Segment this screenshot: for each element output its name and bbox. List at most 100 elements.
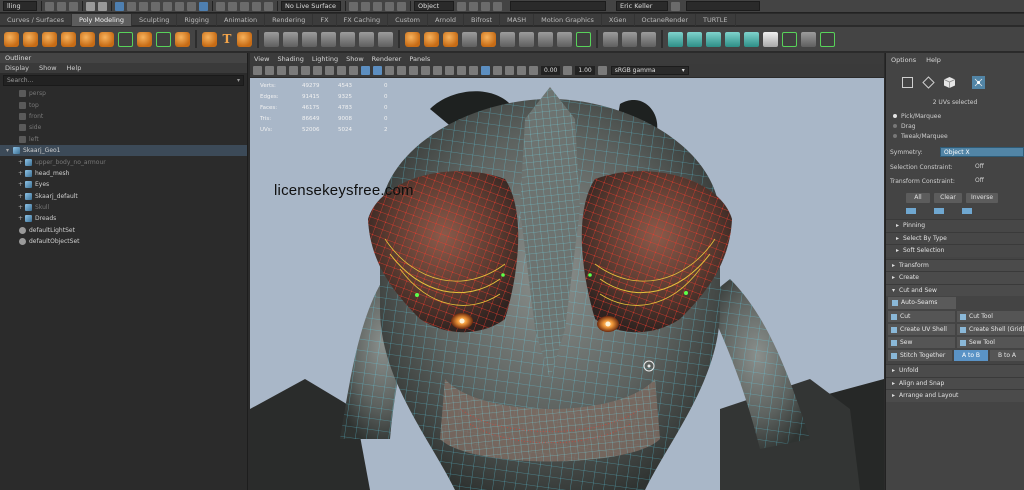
auto-seams-button[interactable]: Auto-Seams: [888, 297, 956, 309]
shadows-icon[interactable]: [421, 66, 430, 75]
channel-box-icon[interactable]: [493, 1, 502, 11]
sew-tool-button[interactable]: Sew Tool: [957, 337, 1024, 348]
boolean-icon[interactable]: [321, 31, 336, 47]
outliner-item[interactable]: + Skaarj_default: [0, 191, 247, 202]
section-header[interactable]: ▸ Pinning: [886, 219, 1024, 232]
expand-toggle-icon[interactable]: +: [18, 193, 25, 200]
menu-show[interactable]: Show: [34, 63, 62, 73]
user-account[interactable]: Eric Keller: [616, 1, 668, 11]
anti-aliasing-icon[interactable]: [457, 66, 466, 75]
select-uv-point-icon[interactable]: [972, 75, 985, 89]
tab-rigging[interactable]: Rigging: [177, 13, 217, 26]
collapse-icon[interactable]: [557, 31, 572, 47]
field-chart-icon[interactable]: [349, 66, 358, 75]
textured-icon[interactable]: [397, 66, 406, 75]
bridge-icon[interactable]: [443, 31, 458, 47]
menu-panels[interactable]: Panels: [405, 55, 434, 63]
exposure-field[interactable]: 0.00: [541, 66, 561, 75]
grow-selection-icon[interactable]: [906, 207, 916, 214]
menu-view[interactable]: View: [250, 55, 273, 63]
tab-xgen[interactable]: XGen: [602, 13, 635, 26]
platonic-solid-icon[interactable]: [137, 31, 152, 47]
poly-cone-icon[interactable]: [61, 31, 76, 47]
expand-toggle-icon[interactable]: ▾: [6, 147, 13, 154]
select-camera-icon[interactable]: [253, 66, 262, 75]
gate-mask-icon[interactable]: [337, 66, 346, 75]
depth-of-field-icon[interactable]: [469, 66, 478, 75]
tab-poly-modeling[interactable]: Poly Modeling: [72, 13, 132, 26]
outliner-item[interactable]: defaultLightSet: [0, 225, 247, 236]
expand-toggle-icon[interactable]: +: [18, 170, 25, 177]
outliner-item[interactable]: front: [0, 111, 247, 122]
wireframe-on-shaded-icon[interactable]: [385, 66, 394, 75]
section-header[interactable]: ▸ Soft Selection: [886, 244, 1024, 257]
snap-point-icon[interactable]: [240, 1, 249, 11]
merge-icon[interactable]: [576, 31, 591, 47]
outliner-item[interactable]: + head_mesh: [0, 168, 247, 179]
tab-animation[interactable]: Animation: [217, 13, 266, 26]
tab-custom[interactable]: Custom: [388, 13, 428, 26]
select-uv-shell-icon[interactable]: [901, 76, 914, 89]
menu-display[interactable]: Display: [0, 63, 34, 73]
account-menu-icon[interactable]: [671, 1, 680, 11]
poly-torus-icon[interactable]: [80, 31, 95, 47]
outliner-item[interactable]: persp: [0, 88, 247, 99]
live-surface-field[interactable]: No Live Surface: [281, 1, 341, 11]
menu-shading[interactable]: Shading: [273, 55, 307, 63]
motion-blur-icon[interactable]: [445, 66, 454, 75]
menu-renderer[interactable]: Renderer: [368, 55, 406, 63]
select-component-icon[interactable]: [139, 1, 148, 11]
uv-tool-option[interactable]: Drag: [886, 121, 1024, 131]
menu-options[interactable]: Options: [886, 56, 921, 64]
uv-tool-option[interactable]: Tweak/Marquee: [886, 131, 1024, 141]
perspective-viewport[interactable]: View Shading Lighting Show Renderer Pane…: [250, 53, 884, 490]
cut-button[interactable]: Cut: [888, 311, 955, 322]
insert-edge-loop-icon[interactable]: [641, 31, 656, 47]
poly-disc-icon[interactable]: [118, 31, 133, 47]
tab-mash[interactable]: MASH: [500, 13, 535, 26]
camera-attributes-icon[interactable]: [265, 66, 274, 75]
tab-bifrost[interactable]: Bifrost: [464, 13, 501, 26]
make-live-icon[interactable]: [264, 1, 273, 11]
create-uv-shell-button[interactable]: Create UV Shell: [888, 324, 955, 335]
object-field[interactable]: Object: [414, 1, 454, 11]
open-scene-icon[interactable]: [57, 1, 66, 11]
backface-culling-icon[interactable]: [517, 66, 526, 75]
append-polygon-icon[interactable]: [462, 31, 477, 47]
selection-constraint-dropdown[interactable]: Off: [972, 162, 1024, 172]
attribute-editor-icon[interactable]: [469, 1, 478, 11]
tab-arnold[interactable]: Arnold: [428, 13, 465, 26]
save-scene-icon[interactable]: [69, 1, 78, 11]
tab-fx[interactable]: FX: [313, 13, 337, 26]
search-options-icon[interactable]: ▾: [237, 77, 240, 84]
select-uv-diamond-icon[interactable]: [922, 75, 935, 89]
snap-curve-icon[interactable]: [228, 1, 237, 11]
poly-sphere-icon[interactable]: [4, 31, 19, 47]
section-header[interactable]: ▸ Arrange and Layout: [886, 389, 1024, 402]
undo-icon[interactable]: [86, 1, 95, 11]
multi-cut-icon[interactable]: [500, 31, 515, 47]
fill-hole-icon[interactable]: [481, 31, 496, 47]
modeling-toolkit-icon[interactable]: [457, 1, 466, 11]
command-input[interactable]: [510, 1, 606, 11]
transform-constraint-dropdown[interactable]: Off: [972, 176, 1024, 186]
connect-icon[interactable]: [538, 31, 553, 47]
poly-cube-icon[interactable]: [23, 31, 38, 47]
separate-icon[interactable]: [283, 31, 298, 47]
outliner-item[interactable]: + upper_body_no_armour: [0, 156, 247, 167]
poly-plane-icon[interactable]: [99, 31, 114, 47]
image-plane-icon[interactable]: [289, 66, 298, 75]
snap-plane-icon[interactable]: [252, 1, 261, 11]
uv-tool-option[interactable]: Pick/Marquee: [886, 111, 1024, 121]
section-header[interactable]: ▸ Align and Snap: [886, 376, 1024, 389]
grid-icon[interactable]: [301, 66, 310, 75]
automatic-map-icon[interactable]: [725, 31, 740, 47]
tab-motion-graphics[interactable]: Motion Graphics: [534, 13, 602, 26]
clear-selection-button[interactable]: Clear: [934, 192, 962, 203]
gamma-field[interactable]: 1.00: [575, 66, 595, 75]
new-scene-icon[interactable]: [45, 1, 54, 11]
bevel-icon[interactable]: [424, 31, 439, 47]
wireframe-icon[interactable]: [361, 66, 370, 75]
lights-icon[interactable]: [409, 66, 418, 75]
planar-map-icon[interactable]: [668, 31, 683, 47]
